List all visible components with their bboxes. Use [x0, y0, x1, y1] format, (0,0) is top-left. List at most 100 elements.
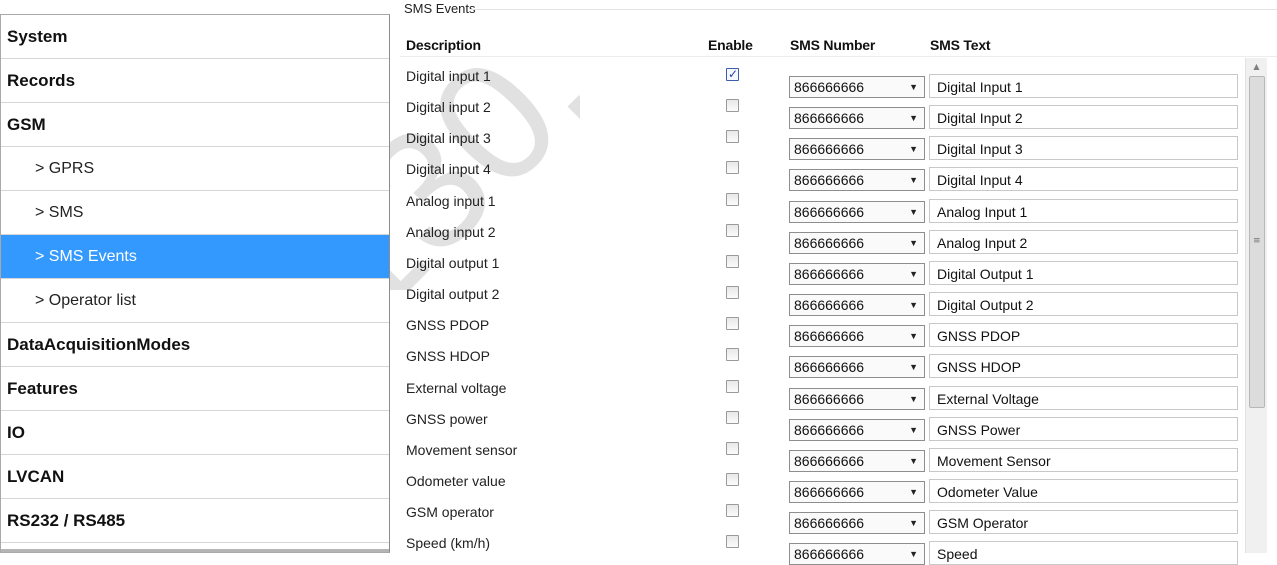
enable-checkbox[interactable] — [726, 99, 739, 112]
sms-number-select[interactable]: 866666666 ▼ — [789, 481, 925, 503]
chevron-down-icon[interactable]: ▼ — [909, 204, 918, 220]
table-row: GSM operator 866666666 ▼ GSM Operator — [400, 504, 1240, 534]
column-header-description: Description — [406, 37, 481, 53]
sms-number-select[interactable]: 866666666 ▼ — [789, 138, 925, 160]
event-description: Odometer value — [406, 473, 506, 489]
enable-checkbox[interactable] — [726, 317, 739, 330]
sidebar-item-system[interactable]: System — [1, 15, 389, 59]
scroll-up-icon[interactable]: ▲ — [1246, 58, 1267, 75]
enable-checkbox[interactable] — [726, 473, 739, 486]
sms-text-input[interactable]: GNSS PDOP — [929, 323, 1238, 347]
sms-text-input[interactable]: GSM Operator — [929, 510, 1238, 534]
sms-number-select[interactable]: 866666666 ▼ — [789, 294, 925, 316]
enable-checkbox[interactable] — [726, 224, 739, 237]
event-description: GNSS power — [406, 411, 488, 427]
chevron-down-icon[interactable]: ▼ — [909, 266, 918, 282]
chevron-down-icon[interactable]: ▼ — [909, 79, 918, 95]
enable-checkbox[interactable] — [726, 348, 739, 361]
enable-checkbox[interactable] — [726, 255, 739, 268]
sidebar-item-sms-events[interactable]: > SMS Events — [1, 235, 389, 279]
enable-checkbox[interactable] — [726, 193, 739, 206]
enable-checkbox[interactable] — [726, 535, 739, 548]
sms-text-input[interactable]: Digital Output 1 — [929, 261, 1238, 285]
sms-text-value: Analog Input 1 — [937, 204, 1028, 220]
sms-number-select[interactable]: 866666666 ▼ — [789, 388, 925, 410]
enable-checkbox[interactable] — [726, 286, 739, 299]
event-description: Analog input 2 — [406, 224, 496, 240]
sidebar-item-rs232-rs485[interactable]: RS232 / RS485 — [1, 499, 389, 543]
chevron-down-icon[interactable]: ▼ — [909, 172, 918, 188]
sms-number-select[interactable]: 866666666 ▼ — [789, 76, 925, 98]
sms-text-input[interactable]: GNSS HDOP — [929, 354, 1238, 378]
chevron-down-icon[interactable]: ▼ — [909, 359, 918, 375]
sms-text-input[interactable]: External Voltage — [929, 386, 1238, 410]
sms-number-select[interactable]: 866666666 ▼ — [789, 325, 925, 347]
sms-text-input[interactable]: Digital Input 4 — [929, 167, 1238, 191]
sidebar-item-records[interactable]: Records — [1, 59, 389, 103]
column-header-sms-text: SMS Text — [930, 37, 991, 53]
enable-checkbox[interactable] — [726, 161, 739, 174]
sms-text-value: Digital Output 2 — [937, 297, 1034, 313]
enable-checkbox[interactable] — [726, 411, 739, 424]
sms-number-select[interactable]: 866666666 ▼ — [789, 263, 925, 285]
sms-text-value: External Voltage — [937, 391, 1039, 407]
sms-number-select[interactable]: 866666666 ▼ — [789, 107, 925, 129]
chevron-down-icon[interactable]: ▼ — [909, 453, 918, 469]
sidebar-item-lvcan[interactable]: LVCAN — [1, 455, 389, 499]
event-description: Analog input 1 — [406, 193, 496, 209]
sms-text-input[interactable]: Digital Input 3 — [929, 136, 1238, 160]
sms-number-value: 866666666 — [794, 204, 865, 220]
sms-text-input[interactable]: Odometer Value — [929, 479, 1238, 503]
chevron-down-icon[interactable]: ▼ — [909, 546, 918, 562]
chevron-down-icon[interactable]: ▼ — [909, 297, 918, 313]
enable-checkbox[interactable] — [726, 442, 739, 455]
table-row: Digital input 4 866666666 ▼ Digital Input 4 — [400, 161, 1240, 191]
chevron-down-icon[interactable]: ▼ — [909, 515, 918, 531]
sms-number-value: 866666666 — [794, 266, 865, 282]
chevron-down-icon[interactable]: ▼ — [909, 391, 918, 407]
sidebar-item-gprs[interactable]: > GPRS — [1, 147, 389, 191]
table-row: Digital output 1 866666666 ▼ Digital Output… — [400, 255, 1240, 285]
sms-text-value: GSM Operator — [937, 515, 1029, 531]
sms-number-select[interactable]: 866666666 ▼ — [789, 543, 925, 565]
sidebar-item-sms[interactable]: > SMS — [1, 191, 389, 235]
sidebar-item-operator-list[interactable]: > Operator list — [1, 279, 389, 323]
sms-number-value: 866666666 — [794, 391, 865, 407]
sms-number-select[interactable]: 866666666 ▼ — [789, 201, 925, 223]
sms-text-input[interactable]: Analog Input 2 — [929, 230, 1238, 254]
sms-text-value: Digital Input 2 — [937, 110, 1023, 126]
table-row: Digital output 2 866666666 ▼ Digital Output… — [400, 286, 1240, 316]
sms-text-input[interactable]: Digital Input 1 — [929, 74, 1238, 98]
sidebar-item-io[interactable]: IO — [1, 411, 389, 455]
sms-number-select[interactable]: 866666666 ▼ — [789, 232, 925, 254]
sms-text-input[interactable]: Digital Input 2 — [929, 105, 1238, 129]
sms-text-input[interactable]: Analog Input 1 — [929, 199, 1238, 223]
sms-number-select[interactable]: 866666666 ▼ — [789, 169, 925, 191]
chevron-down-icon[interactable]: ▼ — [909, 328, 918, 344]
scrollbar-thumb[interactable]: ≡ — [1249, 76, 1265, 408]
sms-number-select[interactable]: 866666666 ▼ — [789, 356, 925, 378]
chevron-down-icon[interactable]: ▼ — [909, 422, 918, 438]
sms-text-input[interactable]: Digital Output 2 — [929, 292, 1238, 316]
sidebar-item-gsm[interactable]: GSM — [1, 103, 389, 147]
enable-checkbox[interactable]: ✓ — [726, 67, 739, 81]
sms-number-value: 866666666 — [794, 453, 865, 469]
chevron-down-icon[interactable]: ▼ — [909, 484, 918, 500]
sms-text-input[interactable]: Speed — [929, 541, 1238, 565]
chevron-down-icon[interactable]: ▼ — [909, 235, 918, 251]
sidebar-item-dataacquisitionmodes[interactable]: DataAcquisitionModes — [1, 323, 389, 367]
sidebar-item-label: Records — [7, 70, 76, 90]
sidebar-item-features[interactable]: Features — [1, 367, 389, 411]
chevron-down-icon[interactable]: ▼ — [909, 110, 918, 126]
sms-text-input[interactable]: GNSS Power — [929, 417, 1238, 441]
sms-number-select[interactable]: 866666666 ▼ — [789, 419, 925, 441]
sms-number-select[interactable]: 866666666 ▼ — [789, 512, 925, 534]
enable-checkbox[interactable] — [726, 380, 739, 393]
vertical-scrollbar[interactable]: ▲ ≡ — [1245, 58, 1267, 553]
sms-text-input[interactable]: Movement Sensor — [929, 448, 1238, 472]
sms-number-value: 866666666 — [794, 359, 865, 375]
enable-checkbox[interactable] — [726, 130, 739, 143]
chevron-down-icon[interactable]: ▼ — [909, 141, 918, 157]
enable-checkbox[interactable] — [726, 504, 739, 517]
sms-number-select[interactable]: 866666666 ▼ — [789, 450, 925, 472]
